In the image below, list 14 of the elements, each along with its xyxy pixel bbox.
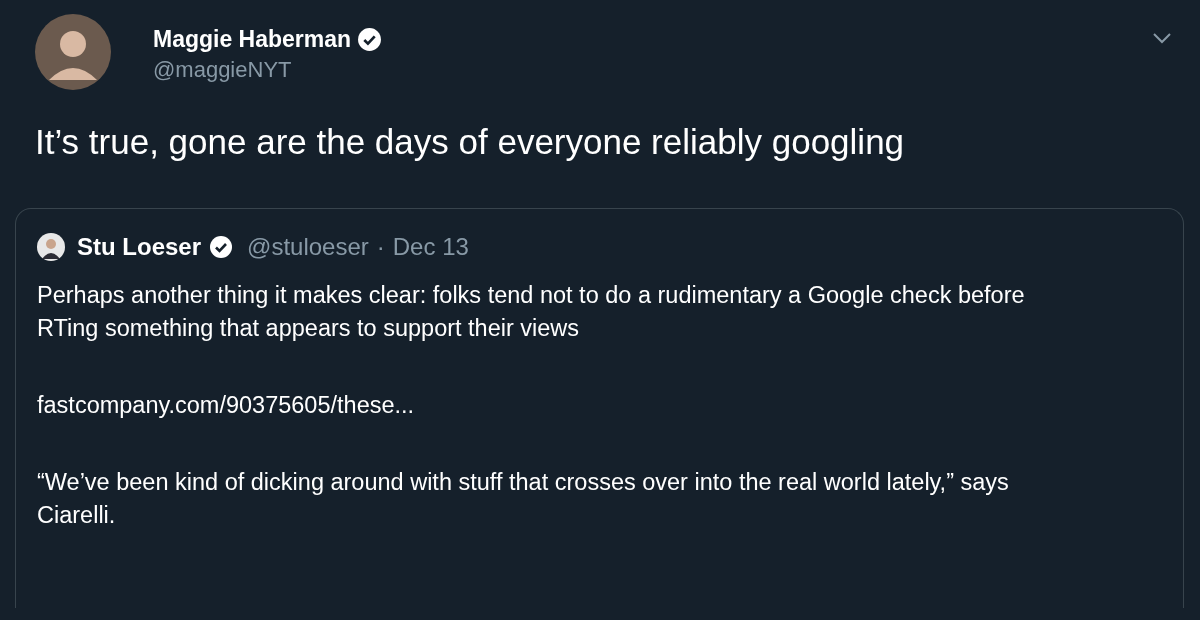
author-name[interactable]: Maggie Haberman: [153, 24, 352, 54]
quoted-tweet-card[interactable]: [15, 208, 1184, 608]
tweet-text: It’s true, gone are the days of everyone reliably googling: [35, 121, 906, 163]
author-handle[interactable]: @maggieNYT: [153, 54, 383, 86]
avatar-icon[interactable]: [35, 14, 111, 90]
tweet-date[interactable]: Dec 13: [392, 233, 469, 261]
quoted-author-handle[interactable]: @stuloeser: [247, 233, 369, 261]
quoted-tweet-text: Perhaps another thing it makes clear: folks tend not to do a rudimentary a Google check before RTing something that appears to support their views: [37, 281, 1026, 343]
separator: ·: [376, 233, 385, 261]
avatar-icon[interactable]: [37, 233, 65, 261]
quoted-tweet-text: “We’ve been kind of dicking around with stuff that crosses over into the real world lately,” says Ciarelli.: [37, 468, 1010, 530]
quoted-author-name[interactable]: Stu Loeser: [77, 233, 202, 261]
chevron-down-icon[interactable]: [1152, 32, 1172, 44]
article-link[interactable]: fastcompany.com/90375605/these...: [37, 392, 415, 418]
